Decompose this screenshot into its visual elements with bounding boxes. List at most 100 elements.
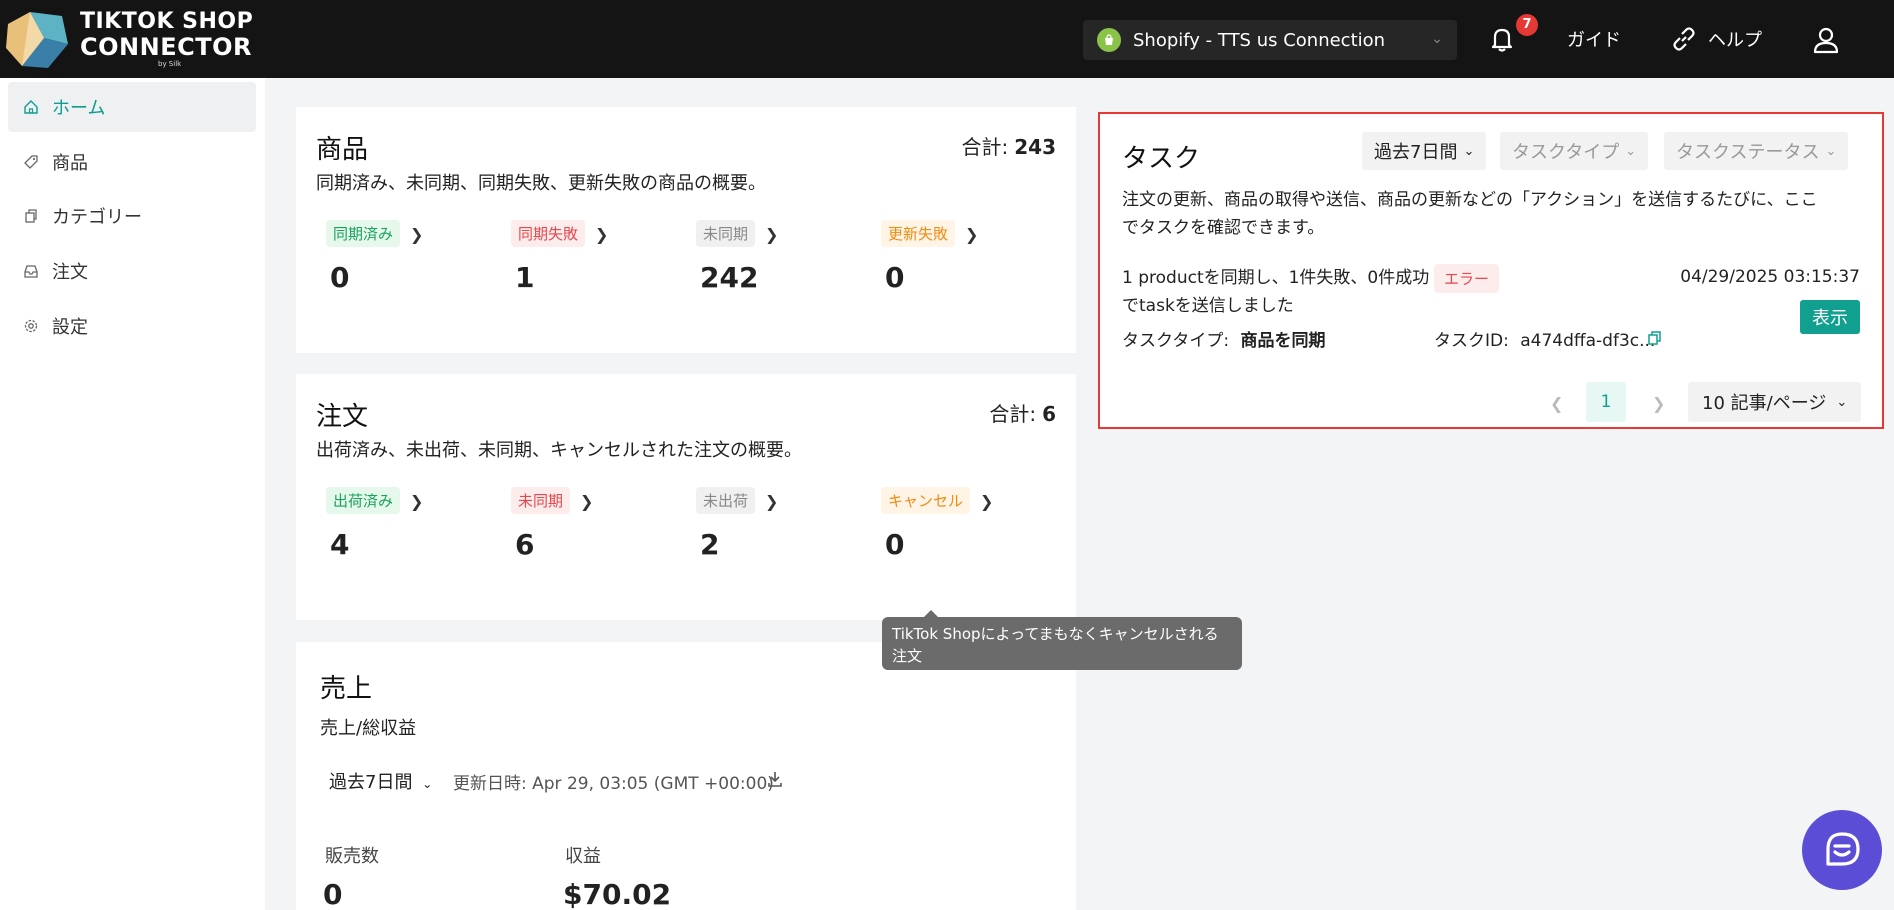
task-id: タスクID: a474dffa-df3c... bbox=[1434, 326, 1655, 351]
products-title: 商品 bbox=[316, 135, 369, 165]
chevron-right-icon: ❯ bbox=[765, 492, 779, 511]
home-icon bbox=[22, 98, 40, 116]
logo-mark-icon bbox=[6, 12, 68, 68]
chevron-down-icon: ⌄ bbox=[422, 777, 433, 791]
chat-support-button[interactable] bbox=[1802, 810, 1882, 890]
orders-title: 注文 bbox=[316, 402, 369, 432]
app-logo[interactable]: TIKTOK SHOP CONNECTOR by Silk bbox=[4, 6, 253, 72]
chevron-down-icon: ⌄ bbox=[1825, 143, 1837, 159]
top-bar: TIKTOK SHOP CONNECTOR by Silk Shopify - … bbox=[0, 0, 1894, 78]
filter-label: タスクステータス bbox=[1676, 142, 1820, 163]
task-type-value: 商品を同期 bbox=[1240, 331, 1326, 351]
stat-value: 0 bbox=[885, 261, 905, 294]
chevron-right-icon: ❯ bbox=[965, 225, 979, 244]
products-stat-unsynced[interactable]: 未同期 ❯ 242 bbox=[696, 220, 778, 294]
shopify-icon bbox=[1097, 28, 1121, 52]
sidebar-item-categories[interactable]: カテゴリー bbox=[8, 191, 256, 241]
products-stat-update-failed[interactable]: 更新失敗 ❯ 0 bbox=[881, 220, 978, 294]
orders-stat-unsynced[interactable]: 未同期 ❯ 6 bbox=[511, 487, 593, 561]
revenue-label: 収益 bbox=[565, 846, 601, 867]
store-selector[interactable]: Shopify - TTS us Connection ⌄ bbox=[1083, 20, 1457, 60]
status-tag: キャンセル bbox=[881, 487, 971, 514]
sidebar-item-label: 商品 bbox=[52, 153, 88, 174]
orders-stat-shipped[interactable]: 出荷済み ❯ 4 bbox=[326, 487, 423, 561]
orders-stat-cancelled[interactable]: キャンセル ❯ 0 bbox=[881, 487, 993, 561]
chevron-down-icon: ⌄ bbox=[1431, 31, 1443, 47]
sales-period-select[interactable]: 過去7日間 ⌄ bbox=[329, 768, 432, 794]
stat-value: 1 bbox=[515, 261, 535, 294]
stat-value: 6 bbox=[515, 528, 535, 561]
sales-period-label: 過去7日間 bbox=[329, 772, 413, 793]
sidebar-item-products[interactable]: 商品 bbox=[8, 137, 256, 187]
tasks-title: タスク bbox=[1122, 144, 1201, 174]
help-link[interactable]: ヘルプ bbox=[1708, 26, 1762, 52]
guide-link[interactable]: ガイド bbox=[1567, 26, 1621, 52]
sidebar-item-label: カテゴリー bbox=[52, 207, 142, 228]
task-type: タスクタイプ: 商品を同期 bbox=[1122, 326, 1325, 351]
status-tag: 出荷済み bbox=[326, 487, 401, 514]
total-value: 243 bbox=[1014, 135, 1056, 159]
stat-value: 4 bbox=[330, 528, 350, 561]
sales-card: 売上 売上/総収益 過去7日間 ⌄ 更新日時: Apr 29, 03:05 (G… bbox=[296, 642, 1076, 910]
tasks-period-filter[interactable]: 過去7日間 ⌄ bbox=[1362, 132, 1487, 170]
status-tag: 同期済み bbox=[326, 220, 401, 247]
task-id-label: タスクID: bbox=[1434, 331, 1509, 351]
page-size-label: 10 記事/ページ bbox=[1702, 393, 1827, 414]
products-description: 同期済み、未同期、同期失敗、更新失敗の商品の概要。 bbox=[316, 173, 766, 194]
orders-total: 合計: 6 bbox=[989, 398, 1056, 427]
task-message-line-2: でtaskを送信しました bbox=[1122, 296, 1294, 316]
copy-icon bbox=[22, 207, 40, 225]
download-icon[interactable] bbox=[766, 770, 784, 788]
total-label: 合計: bbox=[961, 135, 1009, 159]
chevron-down-icon: ⌄ bbox=[1836, 394, 1848, 410]
products-total: 合計: 243 bbox=[962, 131, 1057, 160]
cancel-tooltip: TikTok Shopによってまもなくキャンセルされる注文 bbox=[882, 610, 1242, 670]
tasks-description-line-1: 注文の更新、商品の取得や送信、商品の更新などの「アクション」を送信するたびに、こ… bbox=[1122, 190, 1818, 210]
tasks-description: 注文の更新、商品の取得や送信、商品の更新などの「アクション」を送信するたびに、こ… bbox=[1122, 186, 1818, 242]
user-icon[interactable] bbox=[1810, 24, 1842, 56]
tasks-type-filter[interactable]: タスクタイプ ⌄ bbox=[1500, 132, 1649, 170]
pagination-next-button[interactable]: ❯ bbox=[1652, 394, 1665, 413]
bell-icon[interactable] bbox=[1487, 24, 1517, 54]
task-status-badge: エラー bbox=[1434, 264, 1500, 293]
tasks-description-line-2: でタスクを確認できます。 bbox=[1122, 218, 1325, 238]
filter-label: タスクタイプ bbox=[1512, 142, 1620, 163]
store-selector-label: Shopify - TTS us Connection bbox=[1133, 29, 1386, 51]
total-label: 合計: bbox=[989, 402, 1037, 426]
pagination-page-1[interactable]: 1 bbox=[1586, 382, 1626, 422]
sidebar-item-orders[interactable]: 注文 bbox=[8, 246, 256, 296]
chevron-right-icon: ❯ bbox=[765, 225, 779, 244]
sidebar-item-home[interactable]: ホーム bbox=[8, 82, 256, 132]
sidebar-item-label: 注文 bbox=[52, 262, 88, 283]
orders-stat-unshipped[interactable]: 未出荷 ❯ 2 bbox=[696, 487, 778, 561]
inbox-icon bbox=[22, 262, 40, 280]
revenue-value: $70.02 bbox=[563, 878, 672, 910]
copy-icon[interactable] bbox=[1647, 330, 1663, 346]
status-tag: 更新失敗 bbox=[881, 220, 956, 247]
chevron-right-icon: ❯ bbox=[580, 492, 594, 511]
stat-value: 0 bbox=[885, 528, 905, 561]
chevron-right-icon: ❯ bbox=[980, 492, 994, 511]
status-tag: 未同期 bbox=[696, 220, 756, 247]
link-icon[interactable] bbox=[1670, 25, 1698, 53]
sidebar-item-settings[interactable]: 設定 bbox=[8, 301, 256, 351]
stat-value: 2 bbox=[700, 528, 720, 561]
status-tag: 未同期 bbox=[511, 487, 571, 514]
pagination-prev-button[interactable]: ❮ bbox=[1550, 394, 1563, 413]
chevron-right-icon: ❯ bbox=[410, 225, 424, 244]
task-timestamp: 04/29/2025 03:15:37 bbox=[1680, 267, 1860, 287]
page-size-select[interactable]: 10 記事/ページ ⌄ bbox=[1688, 382, 1862, 422]
chat-icon bbox=[1826, 832, 1860, 866]
sales-subtitle: 売上/総収益 bbox=[320, 718, 417, 739]
total-value: 6 bbox=[1042, 402, 1056, 426]
chevron-right-icon: ❯ bbox=[595, 225, 609, 244]
tag-icon bbox=[22, 153, 40, 171]
products-stat-sync-failed[interactable]: 同期失敗 ❯ 1 bbox=[511, 220, 608, 294]
view-task-button[interactable]: 表示 bbox=[1800, 300, 1860, 334]
orders-card: 注文 合計: 6 出荷済み、未出荷、未同期、キャンセルされた注文の概要。 出荷済み… bbox=[296, 374, 1076, 620]
task-id-value: a474dffa-df3c... bbox=[1520, 331, 1656, 351]
tasks-status-filter[interactable]: タスクステータス ⌄ bbox=[1664, 132, 1849, 170]
sidebar: ホーム 商品 カテゴリー 注文 設定 bbox=[0, 78, 265, 910]
products-stat-synced[interactable]: 同期済み ❯ 0 bbox=[326, 220, 423, 294]
stat-value: 242 bbox=[700, 261, 759, 294]
